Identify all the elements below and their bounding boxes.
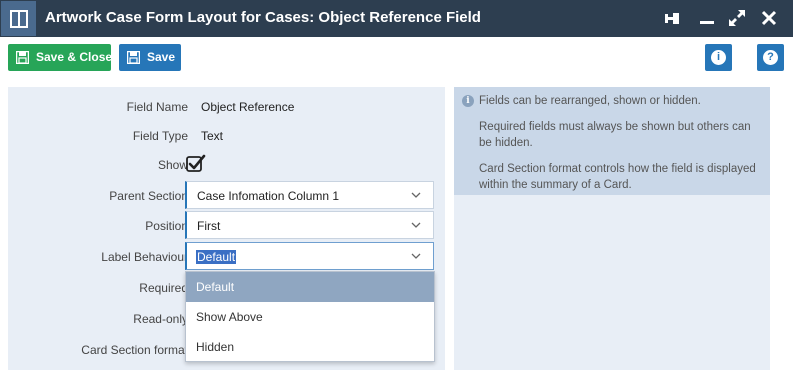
chevron-down-icon xyxy=(411,222,421,228)
read-only-label: Read-only xyxy=(133,312,188,326)
label-behaviour-select[interactable]: Default xyxy=(185,242,434,270)
card-section-format-label: Card Section format xyxy=(81,343,188,357)
parent-section-select[interactable]: Case Infomation Column 1 xyxy=(185,181,434,209)
parent-section-label: Parent Section xyxy=(109,189,188,203)
field-type-value: Text xyxy=(201,129,224,143)
save-icon xyxy=(127,51,140,64)
help-button[interactable]: ? xyxy=(757,44,784,71)
info-line-1: Fields can be rearranged, shown or hidde… xyxy=(479,95,701,107)
position-select[interactable]: First xyxy=(185,211,434,239)
label-behaviour-dropdown: Default Show Above Hidden xyxy=(185,271,435,362)
info-button[interactable]: i xyxy=(705,44,732,71)
show-checkbox[interactable] xyxy=(186,154,206,172)
save-close-button[interactable]: Save & Close xyxy=(8,44,113,71)
chevron-down-icon xyxy=(411,253,421,259)
info-panel-header: i Fields can be rearranged, shown or hid… xyxy=(454,87,770,195)
window-titlebar: Artwork Case Form Layout for Cases: Obje… xyxy=(0,0,793,37)
position-label: Position xyxy=(145,219,188,233)
checkmark-icon xyxy=(186,154,206,172)
info-icon: i xyxy=(462,95,474,107)
info-line-3: Card Section format controls how the fie… xyxy=(479,163,756,191)
field-type-label: Field Type xyxy=(132,129,188,143)
dropdown-option-hidden[interactable]: Hidden xyxy=(186,332,434,362)
close-icon[interactable] xyxy=(759,8,781,30)
save-close-label: Save & Close xyxy=(36,50,113,64)
label-behaviour-label: Label Behaviour xyxy=(101,250,188,264)
info-line-2: Required fields must always be shown but… xyxy=(479,121,751,149)
field-name-value: Object Reference xyxy=(201,100,295,114)
layout-icon[interactable] xyxy=(1,1,36,36)
label-behaviour-value: Default xyxy=(196,250,237,264)
pin-icon[interactable] xyxy=(663,8,685,30)
help-icon: ? xyxy=(763,50,778,65)
chevron-down-icon xyxy=(411,192,421,198)
required-label: Required xyxy=(139,281,188,295)
field-name-label: Field Name xyxy=(126,100,188,114)
save-icon xyxy=(16,51,29,64)
dropdown-option-default[interactable]: Default xyxy=(186,272,434,302)
maximize-icon[interactable] xyxy=(727,8,749,30)
window-title: Artwork Case Form Layout for Cases: Obje… xyxy=(45,9,481,26)
save-button[interactable]: Save xyxy=(119,44,181,71)
parent-section-value: Case Infomation Column 1 xyxy=(197,189,340,203)
save-label: Save xyxy=(147,50,176,64)
position-value: First xyxy=(197,219,221,233)
dropdown-option-show-above[interactable]: Show Above xyxy=(186,302,434,332)
info-icon: i xyxy=(711,50,726,65)
minimize-icon[interactable] xyxy=(697,8,719,30)
info-panel: i Fields can be rearranged, shown or hid… xyxy=(454,87,770,370)
show-label: Show xyxy=(157,158,188,172)
